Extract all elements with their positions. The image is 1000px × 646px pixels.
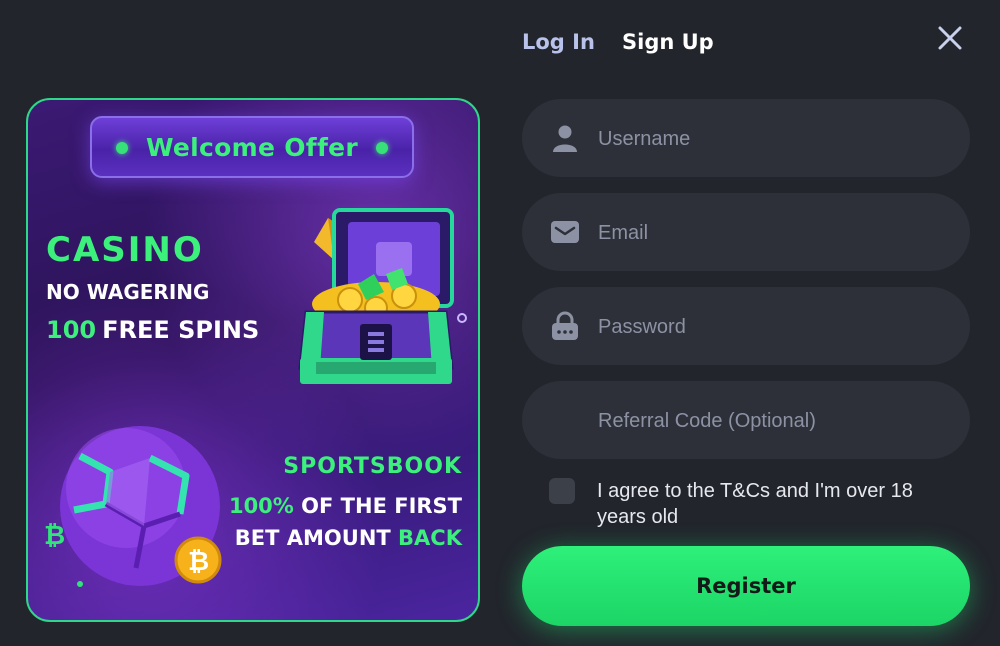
treasure-chest-icon xyxy=(298,208,467,384)
sportsbook-line2: BET AMOUNT BACK xyxy=(235,526,462,550)
referral-code-input[interactable] xyxy=(596,381,950,461)
sportsbook-title: SPORTSBOOK xyxy=(283,454,462,479)
tab-login[interactable]: Log In xyxy=(522,30,595,54)
password-input[interactable] xyxy=(596,287,950,367)
svg-text:₿: ₿ xyxy=(188,547,209,577)
lock-icon xyxy=(552,311,578,340)
envelope-icon xyxy=(551,221,579,243)
username-input[interactable] xyxy=(596,99,950,179)
soccer-ball-icon: ₿ ₿ xyxy=(44,426,222,587)
email-field[interactable] xyxy=(522,193,970,273)
referral-code-field[interactable] xyxy=(522,381,970,461)
password-field[interactable] xyxy=(522,287,970,367)
casino-title: CASINO xyxy=(46,230,204,270)
register-button[interactable]: Register xyxy=(522,546,970,626)
terms-checkbox[interactable] xyxy=(549,478,575,504)
badge-dot-right xyxy=(376,142,388,154)
username-field[interactable] xyxy=(522,99,970,179)
badge-dot-left xyxy=(116,142,128,154)
promo-banner: Welcome Offer CASINO NO WAGERING 100 FREE… xyxy=(26,98,480,622)
casino-no-wagering: NO WAGERING xyxy=(46,280,210,304)
free-spins-number: 100 xyxy=(46,316,97,344)
free-spins-text: FREE SPINS xyxy=(102,316,260,344)
welcome-offer-badge: Welcome Offer xyxy=(90,116,414,178)
sportsbook-line2-text: BET AMOUNT xyxy=(234,526,391,550)
sportsbook-back: BACK xyxy=(398,526,462,550)
sportsbook-percent: 100% xyxy=(228,494,294,518)
user-icon xyxy=(553,125,577,152)
welcome-offer-text: Welcome Offer xyxy=(145,132,359,162)
svg-text:₿: ₿ xyxy=(44,521,65,551)
close-icon xyxy=(938,26,962,50)
email-input[interactable] xyxy=(596,193,950,273)
close-button[interactable] xyxy=(934,22,966,54)
terms-label[interactable]: I agree to the T&Cs and I'm over 18 year… xyxy=(597,478,957,530)
casino-free-spins: 100 FREE SPINS xyxy=(46,316,259,344)
tab-signup[interactable]: Sign Up xyxy=(622,30,714,54)
sportsbook-line1: 100% OF THE FIRST xyxy=(229,494,462,518)
sportsbook-line1-text: OF THE FIRST xyxy=(301,494,462,518)
